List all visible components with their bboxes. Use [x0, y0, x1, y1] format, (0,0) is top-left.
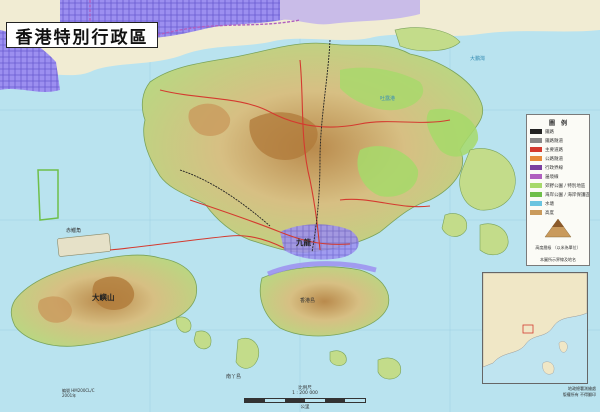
legend-label: 水塘	[545, 201, 554, 207]
legend-title: 圖 例	[548, 120, 567, 127]
legend-item: 海岸公園 / 海岸保護區	[527, 190, 589, 199]
legend-swatch	[530, 192, 542, 197]
label-chek-lap-kok: 赤鱲角	[66, 227, 81, 234]
scale-unit: 公里	[300, 405, 310, 410]
scale-bar: 比例尺 1 : 200 000 公里	[230, 385, 380, 410]
label-mirs-bay: 大鵬灣	[470, 55, 485, 62]
legend-label: 主要道路	[545, 147, 563, 153]
legend-bottom-note: 本圖所示界線及地名	[540, 257, 576, 262]
scale-graphic	[244, 398, 366, 403]
credit-line-2: 版權所有 不得翻印	[562, 392, 596, 397]
airport-island	[57, 233, 111, 257]
legend-label: 公路隧道	[545, 156, 563, 162]
label-lantau: 大嶼山	[92, 292, 115, 302]
legend-swatch	[530, 174, 542, 179]
inset-drawing	[483, 273, 587, 375]
location-inset-map[interactable]	[482, 272, 588, 384]
legend-swatch	[530, 165, 542, 170]
legend-label: 鐵路隧道	[545, 138, 563, 144]
legend-swatch	[530, 210, 542, 215]
legend-swatch	[530, 129, 542, 134]
legend-items: 鐵路鐵路隧道主要道路公路隧道行政界線邊境線郊野公園 / 特別地區 海岸公園 / 海…	[527, 127, 589, 217]
legend-item: 邊境線	[527, 172, 589, 181]
legend-label: 高度	[545, 210, 554, 216]
legend-label: 行政界線	[545, 165, 563, 171]
legend-swatch	[530, 147, 542, 152]
scale-ratio: 1 : 200 000	[292, 391, 318, 396]
legend-item: 鐵路	[527, 127, 589, 136]
elevation-note: 高度層級 （以米為單位）	[535, 245, 581, 250]
legend-swatch	[530, 183, 542, 188]
map-title: 香港特別行政區	[6, 22, 158, 48]
map-legend: 圖 例 鐵路鐵路隧道主要道路公路隧道行政界線邊境線郊野公園 / 特別地區 海岸公園…	[526, 114, 590, 266]
label-lamma: 南丫島	[226, 373, 241, 380]
legend-item: 行政界線	[527, 163, 589, 172]
label-hk-island: 香港島	[300, 297, 315, 304]
legend-swatch	[530, 138, 542, 143]
legend-item: 高度	[527, 208, 589, 217]
legend-item: 鐵路隧道	[527, 136, 589, 145]
legend-label: 邊境線	[545, 174, 559, 180]
label-tolo: 吐露港	[380, 95, 395, 102]
hong-kong-island	[259, 261, 390, 337]
legend-item: 郊野公園 / 特別地區	[527, 181, 589, 190]
reference-year: 2001年	[62, 393, 77, 398]
legend-item: 水塘	[527, 199, 589, 208]
map-credits: 地政總署測繪處 版權所有 不得翻印	[540, 386, 596, 398]
elevation-pyramid	[544, 218, 572, 238]
legend-swatch	[530, 201, 542, 206]
map-reference: 編號 HM200CL/C 2001年	[62, 388, 95, 398]
legend-item: 主要道路	[527, 145, 589, 154]
legend-swatch	[530, 156, 542, 161]
new-territories	[141, 42, 484, 253]
label-kowloon: 九龍	[295, 237, 311, 247]
legend-label: 鐵路	[545, 129, 554, 135]
deep-bay-wetland	[37, 169, 59, 221]
legend-item: 公路隧道	[527, 154, 589, 163]
legend-label: 海岸公園 / 海岸保護區	[545, 192, 589, 198]
legend-label: 郊野公園 / 特別地區	[545, 183, 586, 189]
